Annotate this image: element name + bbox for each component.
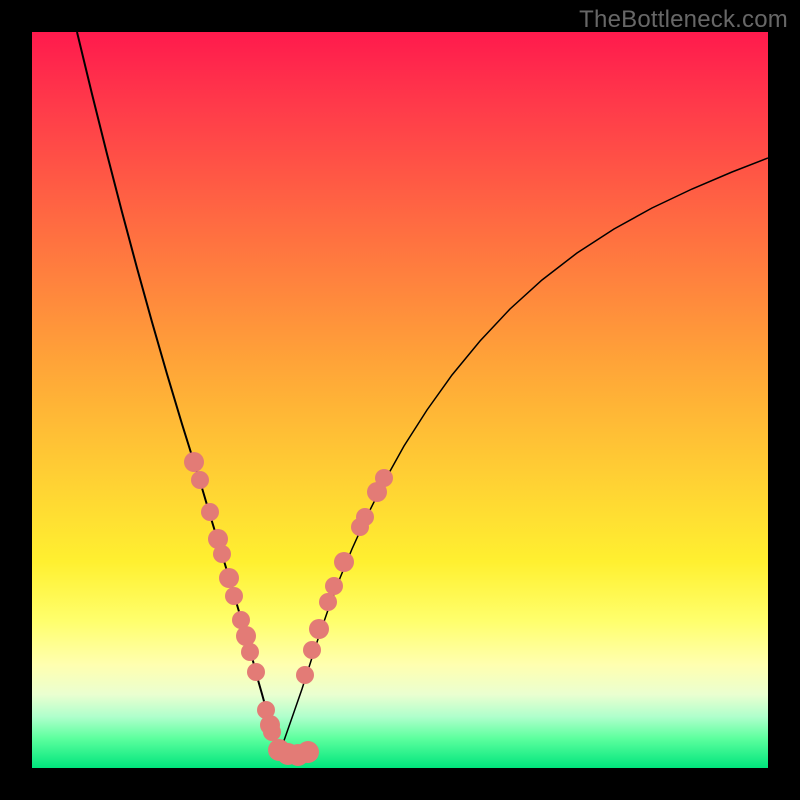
data-dot [225, 587, 243, 605]
data-dot [247, 663, 265, 681]
data-dot [213, 545, 231, 563]
data-dot [325, 577, 343, 595]
data-dot [303, 641, 321, 659]
data-dot [191, 471, 209, 489]
data-dot [297, 741, 319, 763]
data-dot [241, 643, 259, 661]
data-dot [263, 723, 281, 741]
chart-frame: TheBottleneck.com [0, 0, 800, 800]
chart-svg [32, 32, 768, 768]
data-dot [184, 452, 204, 472]
data-dot [236, 626, 256, 646]
curve-right-curve [280, 158, 768, 752]
watermark-text: TheBottleneck.com [579, 6, 788, 34]
data-dot [201, 503, 219, 521]
data-dot [219, 568, 239, 588]
data-dot [296, 666, 314, 684]
data-dot [309, 619, 329, 639]
data-dot [375, 469, 393, 487]
data-dot [356, 508, 374, 526]
data-dot [319, 593, 337, 611]
data-dot [334, 552, 354, 572]
plot-area [32, 32, 768, 768]
